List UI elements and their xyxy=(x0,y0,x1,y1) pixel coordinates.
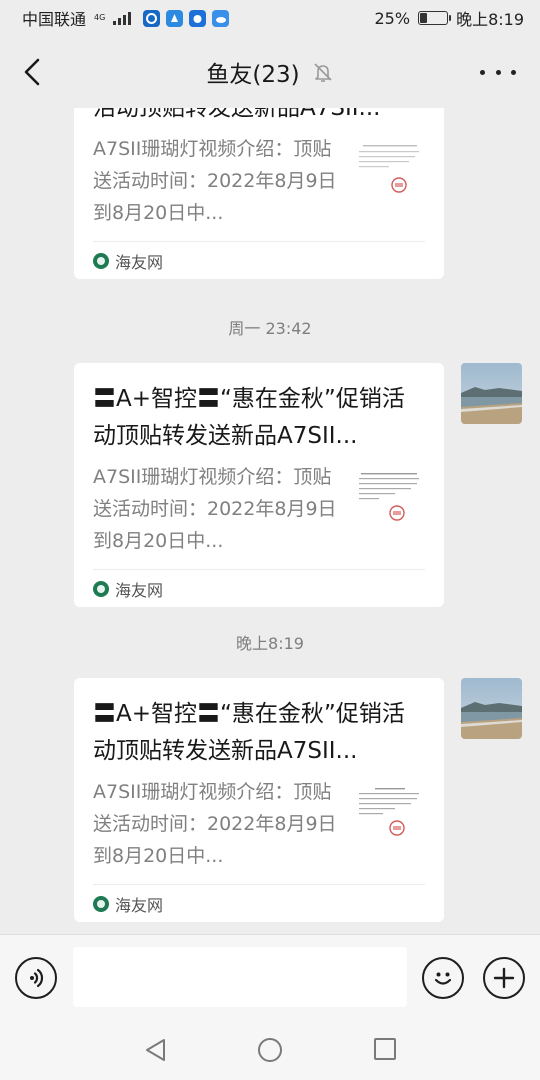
plus-icon xyxy=(493,967,515,989)
input-bar xyxy=(0,934,540,1020)
network-type: 4G xyxy=(94,13,106,22)
chat-header: 鱼友(23) xyxy=(0,36,540,108)
back-button[interactable] xyxy=(14,54,50,90)
more-dots-icon xyxy=(480,69,485,75)
more-button[interactable] xyxy=(480,62,516,82)
battery-percent: 25% xyxy=(374,8,411,28)
card-source: 海友网 xyxy=(93,884,425,922)
voice-button[interactable] xyxy=(15,957,57,999)
app-notification-icon xyxy=(166,9,184,27)
message-input[interactable] xyxy=(73,947,407,1007)
user-avatar[interactable] xyxy=(461,678,522,739)
card-title: 〓A+智控〓“惠在金秋”促销活动顶贴转发送新品A7SII... xyxy=(93,386,405,449)
card-title: 〓A+智控〓“惠在金秋”促销活动顶贴转发送新品A7SII... xyxy=(93,701,405,764)
clock: 晚上8:19 xyxy=(456,10,524,29)
signal-icon xyxy=(113,11,132,25)
circle-home-icon[interactable] xyxy=(258,1038,282,1062)
message-timestamp: 晚上8:19 xyxy=(236,634,304,653)
source-logo-icon xyxy=(93,580,109,597)
message-list[interactable]: 活动顶贴转发送新品A7SII... A7SII珊瑚灯视频介绍：顶贴送活动时间：2… xyxy=(0,108,540,934)
status-bar: 中国联通 4G 25% 晚上8:19 xyxy=(0,0,540,36)
weather-icon xyxy=(212,9,230,27)
source-name: 海友网 xyxy=(115,580,164,600)
user-avatar[interactable] xyxy=(461,363,522,424)
emoji-button[interactable] xyxy=(422,957,464,999)
article-thumbnail xyxy=(355,782,425,852)
voice-icon xyxy=(30,968,44,988)
source-logo-icon xyxy=(93,252,109,269)
app-notification-icon xyxy=(189,9,207,27)
source-name: 海友网 xyxy=(115,895,164,915)
link-card[interactable]: 〓A+智控〓“惠在金秋”促销活动顶贴转发送新品A7SII... A7SII珊瑚灯… xyxy=(74,363,444,607)
link-card[interactable]: 活动顶贴转发送新品A7SII... A7SII珊瑚灯视频介绍：顶贴送活动时间：2… xyxy=(74,108,444,279)
article-thumbnail xyxy=(355,467,425,537)
link-card[interactable]: 〓A+智控〓“惠在金秋”促销活动顶贴转发送新品A7SII... A7SII珊瑚灯… xyxy=(74,678,444,922)
message-timestamp: 周一 23:42 xyxy=(228,319,312,338)
chat-title: 鱼友(23) xyxy=(206,62,300,88)
emoji-icon xyxy=(434,972,452,985)
plus-button[interactable] xyxy=(483,957,525,999)
card-description: A7SII珊瑚灯视频介绍：顶贴送活动时间：2022年8月9日到8月20日中... xyxy=(93,138,337,224)
app-notification-icon xyxy=(143,9,161,27)
source-name: 海友网 xyxy=(115,252,164,272)
card-description: A7SII珊瑚灯视频介绍：顶贴送活动时间：2022年8月9日到8月20日中... xyxy=(93,781,337,867)
source-logo-icon xyxy=(93,895,109,912)
article-thumbnail xyxy=(355,139,425,209)
card-source: 海友网 xyxy=(93,569,425,607)
triangle-back-icon xyxy=(146,1039,165,1061)
square-recent-icon[interactable] xyxy=(374,1038,396,1060)
bell-off-icon xyxy=(314,63,332,82)
card-source: 海友网 xyxy=(93,241,425,279)
chevron-left-icon xyxy=(24,58,40,86)
system-nav-bar xyxy=(0,1020,540,1080)
card-title: 活动顶贴转发送新品A7SII... xyxy=(93,108,381,121)
nav-back-button[interactable] xyxy=(142,1036,170,1064)
battery-icon xyxy=(418,11,452,25)
card-description: A7SII珊瑚灯视频介绍：顶贴送活动时间：2022年8月9日到8月20日中... xyxy=(93,466,337,552)
carrier-label: 中国联通 xyxy=(22,10,87,29)
